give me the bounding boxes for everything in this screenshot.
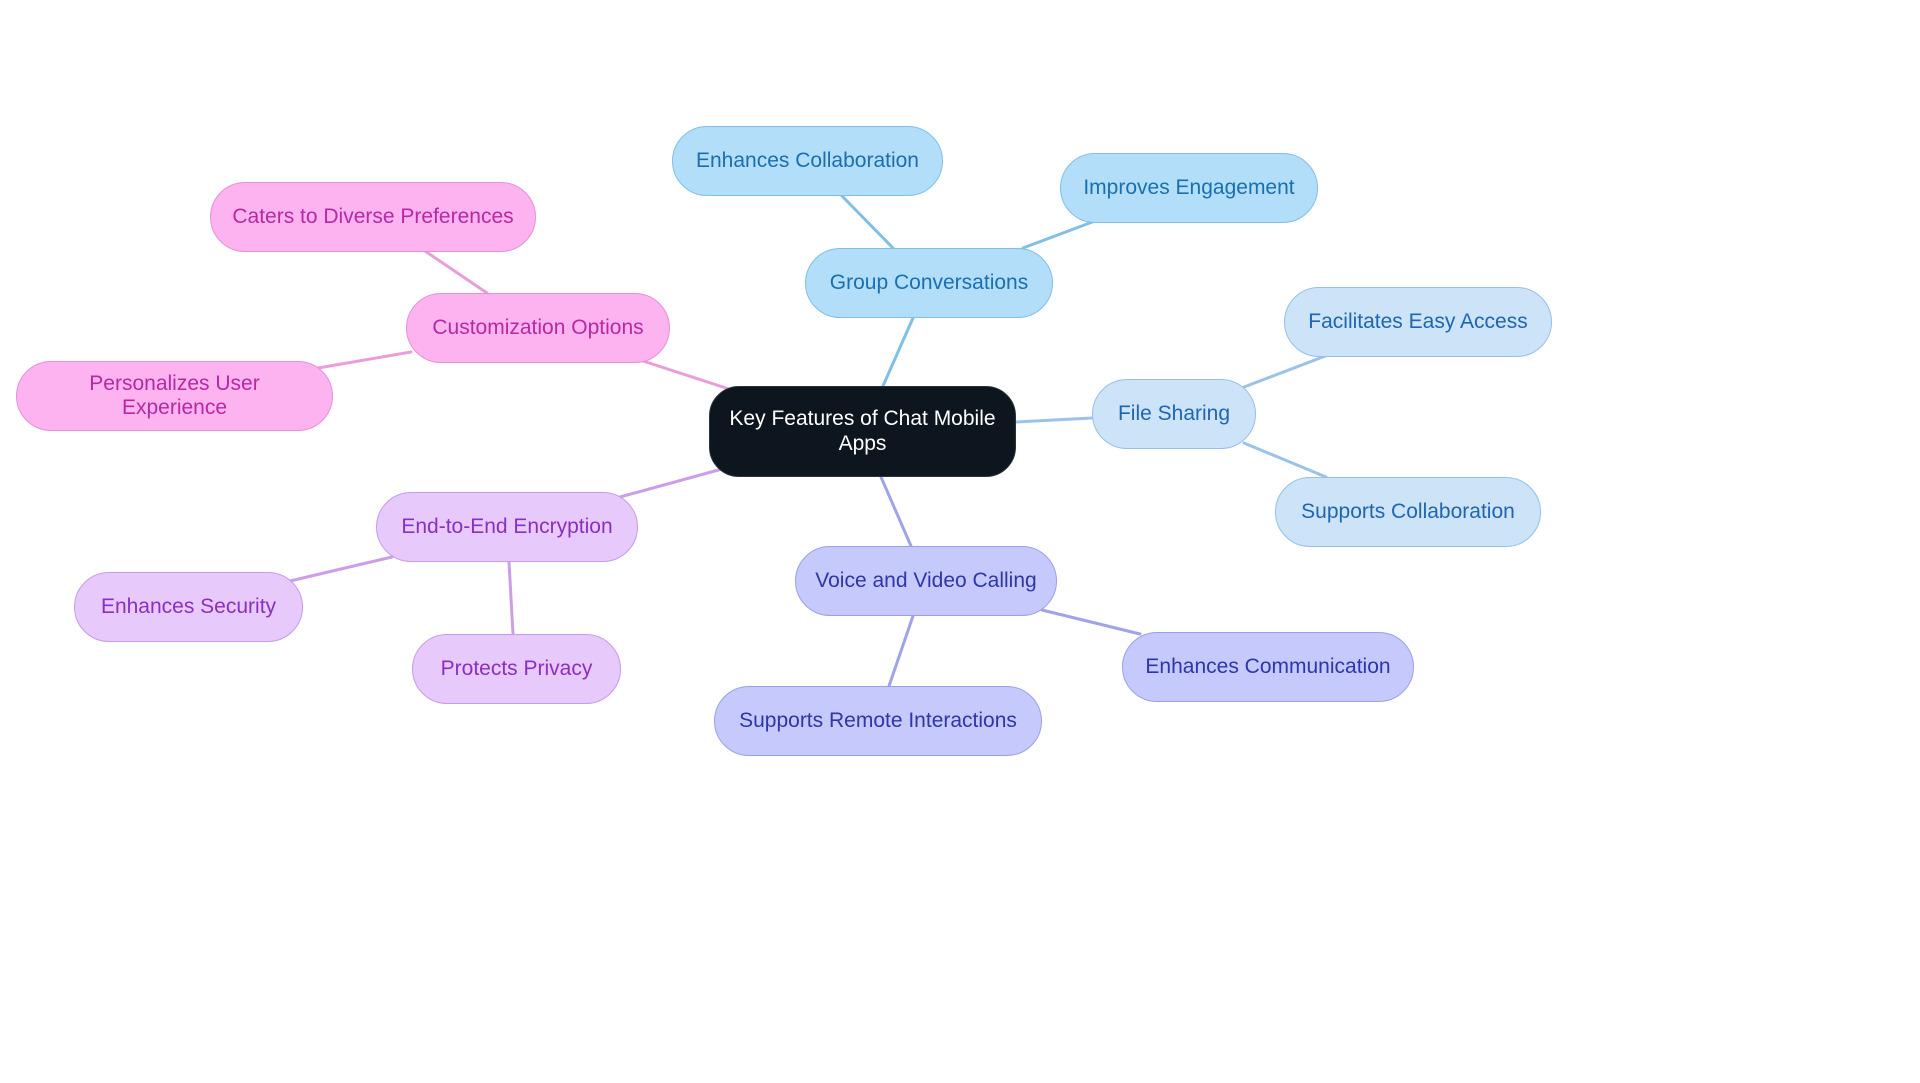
edge-voice-c1 xyxy=(1040,608,1142,636)
node-label: Supports Collaboration xyxy=(1301,499,1515,523)
edge-custom xyxy=(641,359,731,391)
branch-node-end-to-end-encryption[interactable]: End-to-End Encryption xyxy=(376,492,638,562)
edge-file xyxy=(1014,416,1094,424)
edge-file-c1 xyxy=(1242,353,1330,389)
leaf-node-supports-collaboration[interactable]: Supports Collaboration xyxy=(1275,477,1541,547)
leaf-node-enhances-communication[interactable]: Enhances Communication xyxy=(1122,632,1414,702)
edge-group-c1 xyxy=(840,194,895,250)
leaf-node-supports-remote-interactions[interactable]: Supports Remote Interactions xyxy=(714,686,1042,756)
edge-file-c2 xyxy=(1242,441,1328,479)
edge-voice-c2 xyxy=(887,614,915,688)
node-label: End-to-End Encryption xyxy=(401,514,613,538)
leaf-node-enhances-security[interactable]: Enhances Security xyxy=(74,572,303,642)
node-label: Facilitates Easy Access xyxy=(1308,309,1528,333)
node-label: Caters to Diverse Preferences xyxy=(232,204,514,228)
leaf-node-enhances-collaboration[interactable]: Enhances Collaboration xyxy=(672,126,943,196)
mindmap-canvas: Key Features of Chat Mobile Apps Group C… xyxy=(0,0,1920,1083)
node-label: File Sharing xyxy=(1117,401,1231,425)
edge-group-c2 xyxy=(1021,219,1097,250)
leaf-node-personalizes-user-experience[interactable]: Personalizes User Experience xyxy=(16,361,333,431)
node-label: Voice and Video Calling xyxy=(815,568,1037,592)
branch-node-group-conversations[interactable]: Group Conversations xyxy=(805,248,1053,318)
edge-voice xyxy=(879,475,913,548)
node-label: Enhances Security xyxy=(100,594,277,618)
node-label: Customization Options xyxy=(432,315,644,339)
node-label: Protects Privacy xyxy=(440,656,593,680)
leaf-node-protects-privacy[interactable]: Protects Privacy xyxy=(412,634,621,704)
root-node[interactable]: Key Features of Chat Mobile Apps xyxy=(709,386,1016,477)
root-node-label: Key Features of Chat Mobile Apps xyxy=(729,407,996,455)
node-label: Improves Engagement xyxy=(1083,175,1295,199)
leaf-node-facilitates-easy-access[interactable]: Facilitates Easy Access xyxy=(1284,287,1552,357)
edge-custom-c2 xyxy=(316,350,413,370)
edge-custom-c1 xyxy=(423,249,489,295)
node-label: Supports Remote Interactions xyxy=(739,708,1017,732)
node-label: Enhances Collaboration xyxy=(696,148,919,172)
branch-node-file-sharing[interactable]: File Sharing xyxy=(1092,379,1256,449)
edge-e2e-c1 xyxy=(288,555,394,583)
branch-node-voice-and-video-calling[interactable]: Voice and Video Calling xyxy=(795,546,1057,616)
edges-layer xyxy=(288,194,1330,688)
leaf-node-caters-to-diverse-preferences[interactable]: Caters to Diverse Preferences xyxy=(210,182,536,252)
branch-node-customization-options[interactable]: Customization Options xyxy=(406,293,670,363)
edge-e2e xyxy=(618,467,724,499)
node-label: Enhances Communication xyxy=(1145,654,1391,678)
leaf-node-improves-engagement[interactable]: Improves Engagement xyxy=(1060,153,1318,223)
node-label: Personalizes User Experience xyxy=(89,371,260,419)
edge-group xyxy=(881,316,915,388)
edge-e2e-c2 xyxy=(507,560,515,636)
node-label: Group Conversations xyxy=(829,270,1029,294)
